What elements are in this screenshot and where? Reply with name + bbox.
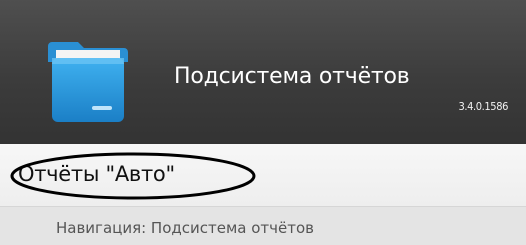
app-title: Подсистема отчётов: [174, 64, 410, 89]
app-version: 3.4.0.1586: [458, 100, 509, 113]
section-link-auto-reports[interactable]: Отчёты "Авто": [18, 162, 175, 186]
navigation-breadcrumb: Навигация: Подсистема отчётов: [56, 219, 315, 237]
folder-icon: [48, 42, 128, 122]
